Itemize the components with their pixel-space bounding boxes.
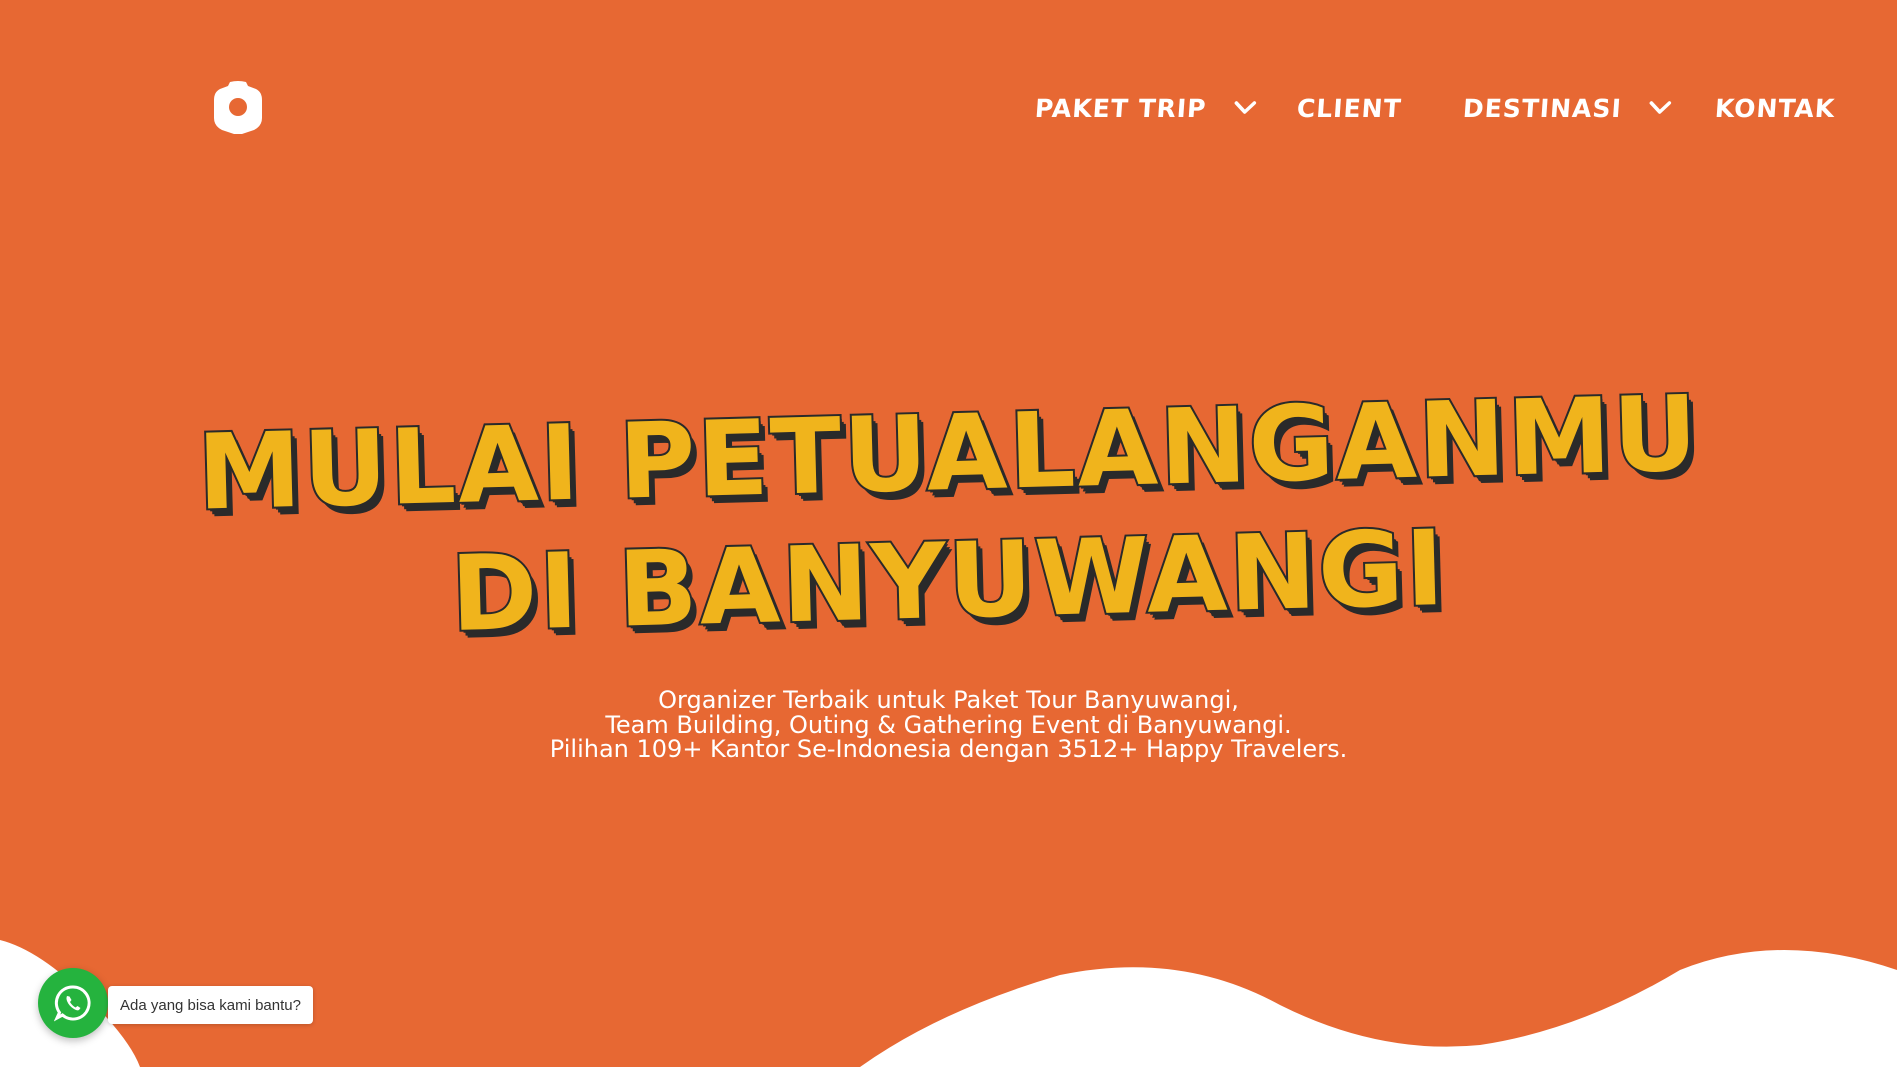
nav-item-label: PAKET TRIP xyxy=(1033,93,1208,123)
whatsapp-bubble-text: Ada yang bisa kami bantu? xyxy=(120,996,301,1014)
nav-item-client[interactable]: CLIENT xyxy=(1296,88,1403,128)
hero-subtitle-line-1: Organizer Terbaik untuk Paket Tour Banyu… xyxy=(658,686,1239,714)
nav-item-destinasi[interactable]: DESTINASI xyxy=(1462,88,1674,128)
whatsapp-chat-button[interactable] xyxy=(38,968,108,1038)
hero-subtitle-line-3: Pilihan 109+ Kantor Se-Indonesia dengan … xyxy=(549,735,1348,763)
whatsapp-help-bubble[interactable]: Ada yang bisa kami bantu? xyxy=(108,986,313,1024)
nav-item-label: DESTINASI xyxy=(1461,93,1623,123)
nav-item-label: KONTAK xyxy=(1713,93,1837,123)
main-nav: PAKET TRIP CLIENT DESTINASI KONTAK xyxy=(0,88,1897,128)
nav-item-label: CLIENT xyxy=(1295,93,1403,123)
nav-item-kontak[interactable]: KONTAK xyxy=(1714,88,1837,128)
nav-item-paket-trip[interactable]: PAKET TRIP xyxy=(1034,88,1258,128)
chevron-down-icon xyxy=(1649,101,1671,114)
site-header: PAKET TRIP CLIENT DESTINASI KONTAK xyxy=(0,0,1897,210)
whatsapp-icon xyxy=(54,985,91,1022)
chevron-down-icon xyxy=(1234,101,1256,114)
